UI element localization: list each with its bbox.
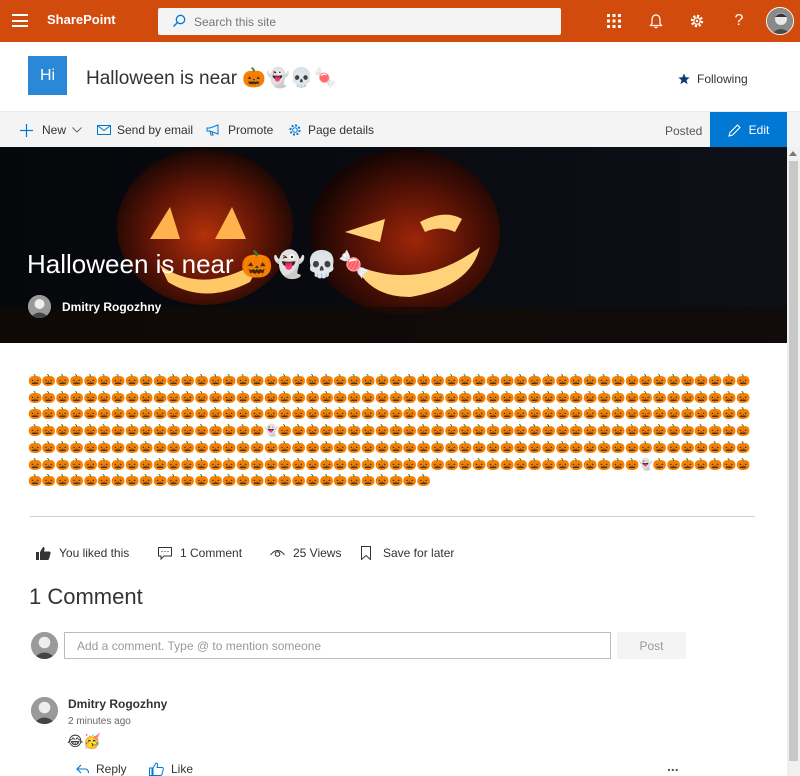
search-input[interactable]	[194, 8, 554, 35]
new-label: New	[42, 123, 67, 137]
comments-count-label: 1 Comment	[180, 546, 243, 560]
following-label: Following	[697, 72, 748, 86]
star-icon	[678, 73, 690, 85]
brand-link[interactable]: SharePoint	[47, 12, 116, 27]
page-body-text: 🎃🎃🎃🎃🎃🎃🎃🎃🎃🎃🎃🎃🎃🎃🎃🎃🎃🎃🎃🎃🎃🎃🎃🎃🎃🎃🎃🎃🎃🎃🎃🎃🎃🎃🎃🎃🎃🎃🎃🎃…	[28, 373, 750, 488]
promote-label: Promote	[228, 123, 274, 137]
suite-bar: SharePoint ?	[0, 0, 800, 42]
scrollbar-thumb[interactable]	[789, 161, 798, 761]
author-byline[interactable]: Dmitry Rogozhny	[28, 295, 161, 318]
reply-button[interactable]: Reply	[76, 762, 127, 776]
like-label: You liked this	[59, 546, 130, 560]
gear-icon	[289, 124, 301, 136]
comment-like-label: Like	[171, 762, 194, 776]
new-button[interactable]: New	[20, 112, 82, 148]
comment-author-avatar[interactable]	[31, 697, 58, 724]
bookmark-icon	[361, 546, 371, 560]
scrollbar[interactable]	[787, 147, 800, 776]
views-label: 25 Views	[293, 546, 342, 560]
eye-icon	[270, 550, 285, 557]
like-button[interactable]: You liked this	[36, 546, 129, 560]
comment-icon	[158, 546, 172, 560]
current-user-avatar	[31, 632, 58, 659]
divider	[30, 516, 755, 517]
scroll-up-icon[interactable]	[789, 151, 797, 156]
views-count: 25 Views	[270, 546, 341, 560]
comment-author[interactable]: Dmitry Rogozhny	[68, 697, 167, 711]
thumbs-up-icon	[36, 547, 51, 560]
command-bar: New Send by email Promote Page details P…	[0, 111, 800, 148]
site-logo[interactable]: Hi	[28, 56, 67, 95]
send-by-email-button[interactable]: Send by email	[97, 112, 193, 148]
site-title[interactable]: Halloween is near 🎃👻💀🍬	[86, 66, 337, 90]
help-icon[interactable]: ?	[728, 10, 750, 32]
reply-label: Reply	[96, 762, 127, 776]
gear-icon[interactable]	[686, 10, 708, 32]
reply-icon	[76, 764, 89, 774]
megaphone-icon	[206, 124, 219, 136]
comment-like-button[interactable]: Like	[149, 762, 193, 776]
page-title: Halloween is near 🎃👻💀🍬	[27, 249, 371, 279]
app-launcher-icon[interactable]	[603, 10, 625, 32]
hero-banner: Halloween is near 🎃👻💀🍬 Dmitry Rogozhny	[0, 147, 787, 343]
comment-text: 😂🥳	[67, 734, 101, 750]
mail-icon	[97, 125, 111, 135]
save-for-later-label: Save for later	[383, 546, 455, 560]
site-header: Hi Halloween is near 🎃👻💀🍬 Following	[0, 42, 800, 111]
send-by-email-label: Send by email	[117, 123, 194, 137]
edit-label: Edit	[748, 123, 770, 137]
author-avatar	[28, 295, 51, 318]
page-details-label: Page details	[308, 123, 375, 137]
menu-icon[interactable]	[12, 14, 28, 27]
post-button[interactable]: Post	[617, 632, 686, 659]
comment-timestamp: 2 minutes ago	[68, 716, 131, 727]
chevron-down-icon	[72, 127, 82, 133]
comments-heading: 1 Comment	[29, 584, 143, 609]
save-for-later-button[interactable]: Save for later	[361, 546, 454, 560]
edit-button[interactable]: Edit	[710, 112, 787, 148]
comments-count-button[interactable]: 1 Comment	[158, 546, 242, 560]
promote-button[interactable]: Promote	[206, 112, 273, 148]
plus-icon	[20, 123, 33, 137]
search-box[interactable]	[158, 8, 561, 35]
search-icon	[173, 14, 186, 27]
comment-input[interactable]	[64, 632, 611, 659]
page-details-button[interactable]: Page details	[288, 112, 374, 148]
more-options-button[interactable]: ...	[667, 758, 679, 774]
status-label: Posted	[665, 124, 703, 138]
bell-icon[interactable]	[645, 10, 667, 32]
pencil-icon	[727, 123, 741, 137]
author-name: Dmitry Rogozhny	[62, 299, 162, 314]
following-button[interactable]: Following	[678, 72, 748, 86]
user-avatar[interactable]	[766, 7, 794, 35]
thumbs-up-icon	[149, 762, 164, 776]
